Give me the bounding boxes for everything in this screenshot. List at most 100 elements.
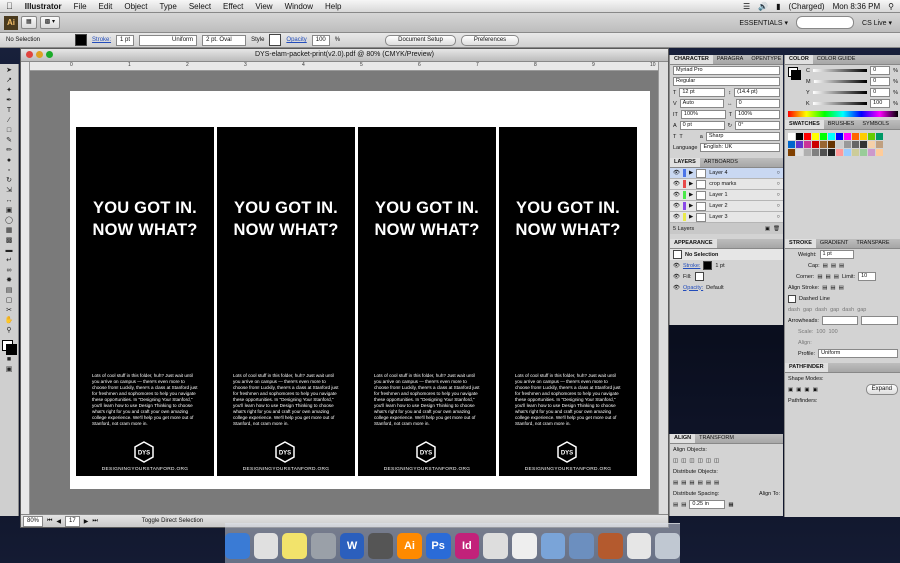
disclosure-triangle-icon[interactable]: ▶ (689, 203, 693, 209)
status-text[interactable]: Toggle Direct Selection (142, 518, 203, 524)
width-tool-icon[interactable]: ↔ (4, 196, 15, 205)
underline-icon[interactable]: T (673, 134, 676, 140)
swatch[interactable] (868, 133, 875, 140)
leading-field[interactable]: (14.4 pt) (734, 88, 780, 97)
target-circle-icon[interactable]: ○ (777, 214, 780, 220)
help-search-input[interactable] (796, 16, 855, 29)
cs-live-menu[interactable]: CS Live ▾ (862, 19, 892, 27)
spacing-value-field[interactable]: 0.25 in (689, 500, 726, 509)
spacing-v-icon[interactable]: ▤ (673, 502, 678, 508)
paintbrush-tool-icon[interactable]: ✎ (4, 136, 15, 145)
document-setup-button[interactable]: Document Setup (385, 34, 456, 46)
target-circle-icon[interactable]: ○ (777, 203, 780, 209)
channel-value-field[interactable]: 0 (870, 66, 891, 75)
align-stroke-center-icon[interactable]: ▤ (822, 285, 827, 291)
tab-stroke[interactable]: STROKE (785, 239, 816, 248)
dock-preview-2-icon[interactable] (540, 533, 566, 559)
volume-icon[interactable]: 🔊 (758, 2, 768, 11)
profile-select[interactable]: Uniform (818, 349, 898, 358)
distribute-top-icon[interactable]: ▤ (673, 480, 678, 486)
brochure-panel[interactable]: YOU GOT IN. NOW WHAT? Lots of cool stuff… (499, 127, 637, 476)
channel-slider[interactable] (812, 102, 868, 105)
swatch[interactable] (804, 141, 811, 148)
swatch[interactable] (852, 141, 859, 148)
miter-limit-field[interactable]: 10 (858, 272, 877, 281)
spotlight-icon[interactable]: ⚲ (888, 2, 894, 11)
tab-swatches[interactable]: SWATCHES (785, 120, 824, 129)
projecting-cap-icon[interactable]: ▤ (839, 263, 844, 269)
swatch[interactable] (868, 141, 875, 148)
swatch[interactable] (852, 133, 859, 140)
align-stroke-inside-icon[interactable]: ▤ (830, 285, 835, 291)
swatch[interactable] (836, 149, 843, 156)
dock-word-icon[interactable]: W (339, 533, 365, 559)
swatch[interactable] (812, 149, 819, 156)
swatch[interactable] (836, 141, 843, 148)
layer-name[interactable]: Layer 3 (709, 214, 727, 220)
menu-select[interactable]: Select (183, 2, 217, 11)
vertical-scrollbar[interactable] (658, 62, 668, 514)
disclosure-triangle-icon[interactable]: ▶ (689, 170, 693, 176)
vertical-scale-field[interactable]: 100% (680, 110, 726, 119)
preferences-button[interactable]: Preferences (460, 34, 520, 46)
dock-script-editor-icon[interactable] (483, 533, 508, 559)
channel-slider[interactable] (813, 80, 868, 83)
rectangle-tool-icon[interactable]: □ (4, 126, 15, 135)
pen-tool-icon[interactable]: ✒ (4, 96, 15, 105)
end-arrowhead-select[interactable] (861, 316, 899, 325)
screen-mode-icon[interactable]: ▣ (4, 365, 15, 374)
swatch[interactable] (820, 133, 827, 140)
wifi-icon[interactable]: ☰ (743, 2, 750, 11)
zoom-level-field[interactable]: 80% (23, 515, 44, 527)
tab-paragraph[interactable]: PARAGRA (713, 55, 748, 64)
tab-symbols[interactable]: SYMBOLS (858, 120, 893, 129)
color-mode-icon[interactable]: ■ (4, 355, 15, 364)
type-tool-icon[interactable]: T (4, 106, 15, 115)
swatch[interactable] (876, 149, 883, 156)
perspective-grid-tool-icon[interactable]: ▦ (4, 226, 15, 235)
font-family-select[interactable]: Myriad Pro (673, 66, 780, 75)
swatch[interactable] (804, 133, 811, 140)
tab-artboards[interactable]: ARTBOARDS (700, 158, 742, 167)
disclosure-triangle-icon[interactable]: ▶ (689, 181, 693, 187)
align-right-icon[interactable]: ◫ (689, 458, 694, 464)
next-artboard-icon[interactable]: ▶ (84, 518, 89, 525)
tab-brushes[interactable]: BRUSHES (824, 120, 859, 129)
symbol-sprayer-tool-icon[interactable]: ✸ (4, 276, 15, 285)
last-artboard-icon[interactable]: ⏭ (92, 518, 97, 525)
battery-icon[interactable]: ▮ (776, 2, 780, 11)
shape-builder-tool-icon[interactable]: ◯ (4, 216, 15, 225)
swatch[interactable] (812, 141, 819, 148)
swatch[interactable] (828, 149, 835, 156)
swatch[interactable] (860, 133, 867, 140)
dock-indesign-icon[interactable]: Id (454, 533, 480, 559)
line-tool-icon[interactable]: ∕ (4, 116, 15, 125)
dock-acrobat-icon[interactable] (511, 533, 537, 559)
brochure-panel[interactable]: YOU GOT IN. NOW WHAT? Lots of cool stuff… (358, 127, 496, 476)
font-style-select[interactable]: Regular (673, 77, 780, 86)
workspace-switcher[interactable]: ESSENTIALS ▾ (739, 19, 788, 27)
strikethrough-icon[interactable]: T (679, 134, 682, 140)
channel-value-field[interactable]: 0 (870, 77, 891, 86)
appearance-stroke-swatch[interactable] (703, 261, 713, 270)
menu-file[interactable]: File (68, 2, 93, 11)
visibility-eye-icon[interactable]: 👁 (673, 274, 680, 280)
disclosure-triangle-icon[interactable]: ▶ (689, 192, 693, 198)
visibility-eye-icon[interactable]: 👁 (673, 192, 680, 198)
layer-name[interactable]: Layer 4 (709, 170, 727, 176)
dock-stickies-icon[interactable] (282, 533, 308, 559)
dock-photo-app-icon[interactable] (597, 533, 623, 559)
kerning-field[interactable]: Auto (679, 99, 725, 108)
opacity-field[interactable]: 100 (311, 34, 330, 46)
rotation-field[interactable]: 0° (735, 121, 780, 130)
tab-gradient[interactable]: GRADIENT (816, 239, 852, 248)
visibility-eye-icon[interactable]: 👁 (673, 214, 680, 220)
distribute-center-icon[interactable]: ▤ (681, 480, 686, 486)
align-bottom-icon[interactable]: ◫ (714, 458, 719, 464)
mesh-tool-icon[interactable]: ▩ (4, 236, 15, 245)
clock[interactable]: Mon 8:36 PM (833, 2, 881, 11)
visibility-eye-icon[interactable]: 👁 (673, 263, 680, 269)
brochure-panel[interactable]: YOU GOT IN. NOW WHAT? Lots of cool stuff… (76, 127, 214, 476)
target-circle-icon[interactable]: ○ (777, 192, 780, 198)
align-to-select-icon[interactable]: ▦ (728, 502, 733, 508)
